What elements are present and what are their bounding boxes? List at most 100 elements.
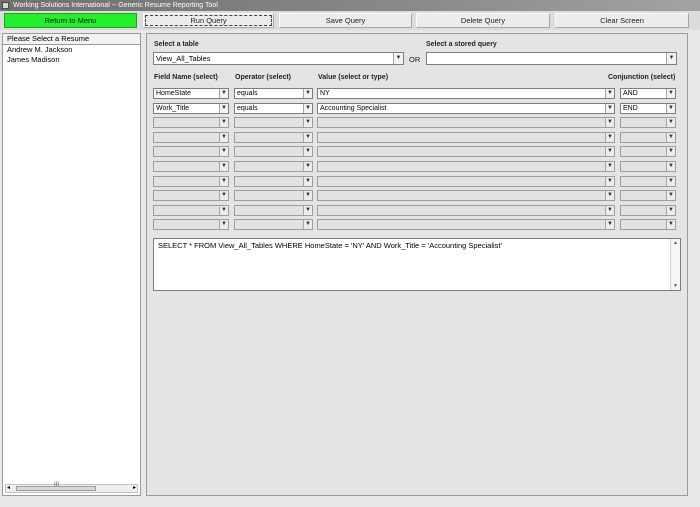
conjunction-select-row-8[interactable]: ▼ [620,190,676,201]
value-select-row-1[interactable]: NY ▼ [317,88,615,99]
resume-item-andrew-jackson[interactable]: Andrew M. Jackson [3,45,140,55]
operator-select-row-9[interactable]: ▼ [234,205,313,216]
chevron-down-icon[interactable]: ▼ [605,206,614,215]
value-select-row-7[interactable]: ▼ [317,176,615,187]
operator-select-row-2[interactable]: equals ▼ [234,103,313,114]
sql-preview-textarea[interactable]: SELECT * FROM View_All_Tables WHERE Home… [153,238,681,291]
chevron-down-icon[interactable]: ▼ [303,133,312,142]
field-select-row-9[interactable]: ▼ [153,205,229,216]
value-select-row-9[interactable]: ▼ [317,205,615,216]
field-select-row-1[interactable]: HomeState ▼ [153,88,229,99]
table-select-value: View_All_Tables [156,54,211,63]
run-query-button[interactable]: Run Query [143,13,274,28]
operator-select-row-3[interactable]: ▼ [234,117,313,128]
chevron-down-icon[interactable]: ▼ [219,206,228,215]
value-select-row-3[interactable]: ▼ [317,117,615,128]
operator-select-row-7[interactable]: ▼ [234,176,313,187]
scroll-up-icon[interactable]: ▲ [673,240,678,246]
chevron-down-icon[interactable]: ▼ [303,206,312,215]
chevron-down-icon[interactable]: ▼ [666,177,675,186]
scroll-down-icon[interactable]: ▼ [673,283,678,289]
field-select-row-3[interactable]: ▼ [153,117,229,128]
operator-select-row-8[interactable]: ▼ [234,190,313,201]
chevron-down-icon[interactable]: ▼ [303,104,312,113]
chevron-down-icon[interactable]: ▼ [666,220,675,229]
chevron-down-icon[interactable]: ▼ [303,89,312,98]
value-select-row-2[interactable]: Accounting Specialist ▼ [317,103,615,114]
chevron-down-icon[interactable]: ▼ [605,162,614,171]
conjunction-select-row-9[interactable]: ▼ [620,205,676,216]
chevron-down-icon[interactable]: ▼ [605,118,614,127]
value-select-row-10[interactable]: ▼ [317,219,615,230]
chevron-down-icon[interactable]: ▼ [219,89,228,98]
chevron-down-icon[interactable]: ▼ [303,191,312,200]
operator-select-row-10[interactable]: ▼ [234,219,313,230]
field-select-row-2[interactable]: Work_Title ▼ [153,103,229,114]
operator-select-row-6[interactable]: ▼ [234,161,313,172]
delete-query-button[interactable]: Delete Query [416,13,550,28]
field-select-row-4[interactable]: ▼ [153,132,229,143]
chevron-down-icon[interactable]: ▼ [666,147,675,156]
chevron-down-icon[interactable]: ▼ [666,206,675,215]
operator-select-row-4[interactable]: ▼ [234,132,313,143]
chevron-down-icon[interactable]: ▼ [219,104,228,113]
chevron-down-icon[interactable]: ▼ [219,147,228,156]
chevron-down-icon[interactable]: ▼ [605,133,614,142]
conjunction-select-row-4[interactable]: ▼ [620,132,676,143]
chevron-down-icon[interactable]: ▼ [605,147,614,156]
conjunction-select-row-2[interactable]: END ▼ [620,103,676,114]
chevron-down-icon[interactable]: ▼ [303,177,312,186]
clear-screen-button[interactable]: Clear Screen [555,13,689,28]
field-select-row-5[interactable]: ▼ [153,146,229,157]
chevron-down-icon[interactable]: ▼ [219,133,228,142]
stored-query-select[interactable]: ▼ [426,52,677,65]
field-select-row-10[interactable]: ▼ [153,219,229,230]
conjunction-select-row-3[interactable]: ▼ [620,117,676,128]
chevron-down-icon[interactable]: ▼ [666,133,675,142]
chevron-down-icon[interactable]: ▼ [303,162,312,171]
chevron-down-icon[interactable]: ▼ [666,89,675,98]
conjunction-select-row-7[interactable]: ▼ [620,176,676,187]
chevron-down-icon[interactable]: ▼ [219,118,228,127]
chevron-down-icon[interactable]: ▼ [666,53,676,64]
chevron-down-icon[interactable]: ▼ [605,104,614,113]
chevron-down-icon[interactable]: ▼ [219,220,228,229]
scroll-left-icon[interactable]: ◂ [7,484,10,491]
chevron-down-icon[interactable]: ▼ [666,191,675,200]
conjunction-select-row-10[interactable]: ▼ [620,219,676,230]
chevron-down-icon[interactable]: ▼ [393,53,403,64]
chevron-down-icon[interactable]: ▼ [605,191,614,200]
chevron-down-icon[interactable]: ▼ [666,162,675,171]
conjunction-select-row-5[interactable]: ▼ [620,146,676,157]
resume-list-scrollbar[interactable]: ◂ III ▸ [5,482,138,493]
conjunction-select-row-6[interactable]: ▼ [620,161,676,172]
chevron-down-icon[interactable]: ▼ [303,118,312,127]
field-select-row-8[interactable]: ▼ [153,190,229,201]
chevron-down-icon[interactable]: ▼ [605,220,614,229]
chevron-down-icon[interactable]: ▼ [219,191,228,200]
chevron-down-icon[interactable]: ▼ [219,162,228,171]
chevron-down-icon[interactable]: ▼ [605,89,614,98]
field-select-row-6[interactable]: ▼ [153,161,229,172]
sql-scrollbar[interactable]: ▲ ▼ [670,239,680,290]
field-select-row-7[interactable]: ▼ [153,176,229,187]
conjunction-select-row-1[interactable]: AND ▼ [620,88,676,99]
resume-list-panel: Please Select a Resume Andrew M. Jackson… [2,33,141,496]
chevron-down-icon[interactable]: ▼ [666,104,675,113]
value-select-row-8[interactable]: ▼ [317,190,615,201]
value-select-row-6[interactable]: ▼ [317,161,615,172]
chevron-down-icon[interactable]: ▼ [303,220,312,229]
save-query-button[interactable]: Save Query [279,13,412,28]
chevron-down-icon[interactable]: ▼ [219,177,228,186]
table-select[interactable]: View_All_Tables ▼ [153,52,404,65]
value-select-row-5[interactable]: ▼ [317,146,615,157]
resume-item-james-madison[interactable]: James Madison [3,55,140,65]
return-to-menu-button[interactable]: Return to Menu [4,13,137,28]
value-select-row-4[interactable]: ▼ [317,132,615,143]
chevron-down-icon[interactable]: ▼ [666,118,675,127]
operator-select-row-1[interactable]: equals ▼ [234,88,313,99]
operator-select-row-5[interactable]: ▼ [234,146,313,157]
scroll-right-icon[interactable]: ▸ [133,484,136,491]
chevron-down-icon[interactable]: ▼ [303,147,312,156]
chevron-down-icon[interactable]: ▼ [605,177,614,186]
